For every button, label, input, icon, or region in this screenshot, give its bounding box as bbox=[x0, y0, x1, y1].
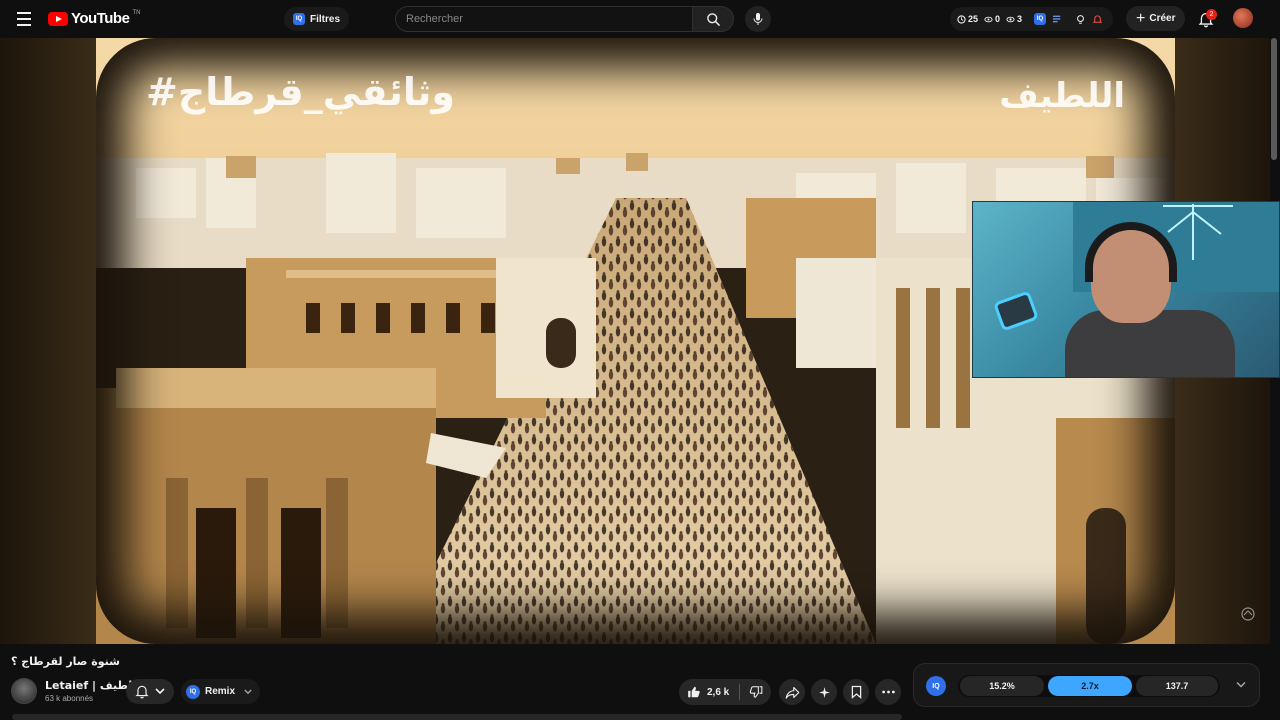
stat-views: 3 bbox=[1006, 14, 1022, 24]
webcam-overlay bbox=[972, 201, 1280, 378]
search-button[interactable] bbox=[692, 6, 734, 32]
like-dislike-group: 2,6 k bbox=[679, 679, 771, 705]
subscription-notification-button[interactable] bbox=[126, 679, 174, 704]
led-light-icon bbox=[1163, 204, 1233, 260]
iq-icon: IQ bbox=[293, 13, 305, 25]
eye-icon bbox=[1006, 16, 1015, 22]
filters-label: Filtres bbox=[310, 13, 341, 25]
video-blur-left bbox=[0, 38, 96, 644]
eye-off-icon bbox=[984, 16, 993, 22]
save-button[interactable] bbox=[843, 679, 869, 705]
share-button[interactable] bbox=[779, 679, 805, 705]
channel-watermark-icon[interactable] bbox=[1240, 606, 1256, 622]
plus-icon: + bbox=[1136, 9, 1146, 27]
search-icon bbox=[706, 12, 720, 26]
youtube-play-icon bbox=[48, 11, 68, 26]
filters-button[interactable]: IQ Filtres bbox=[284, 7, 350, 31]
bell-icon bbox=[135, 685, 149, 699]
thumbs-up-icon bbox=[688, 686, 700, 698]
top-bar: YouTube TN IQ Filtres 25 0 3 IQ + Cré bbox=[0, 0, 1280, 38]
like-button[interactable]: 2,6 k bbox=[679, 685, 739, 699]
bookmark-icon bbox=[851, 685, 861, 699]
channel-avatar[interactable] bbox=[11, 678, 37, 704]
stat-value: 0 bbox=[995, 14, 1001, 24]
stat-value: 3 bbox=[1017, 14, 1023, 24]
stat-value: 25 bbox=[968, 14, 979, 24]
stat-watch-time: 25 bbox=[957, 14, 978, 24]
logo-country-code: TN bbox=[132, 9, 141, 16]
sparkle-icon bbox=[818, 686, 830, 698]
bell-alert-icon[interactable] bbox=[1092, 14, 1103, 25]
stat-hidden: 0 bbox=[984, 14, 1000, 24]
search-box bbox=[395, 6, 693, 32]
speed-segment-rate[interactable]: 2.7x bbox=[1048, 676, 1132, 696]
page-scrollbar[interactable] bbox=[1271, 38, 1277, 160]
speed-segment-percent[interactable]: 15.2% bbox=[960, 676, 1044, 696]
extension-stats-pill[interactable]: 25 0 3 IQ bbox=[950, 7, 1113, 31]
chevron-down-icon bbox=[155, 688, 165, 695]
like-count: 2,6 k bbox=[707, 686, 730, 698]
video-title: شنوة صار لقرطاج ؟ bbox=[11, 655, 120, 668]
more-horizontal-icon bbox=[881, 690, 895, 694]
microphone-icon bbox=[753, 13, 763, 25]
video-overlay-channel: اللطيف bbox=[999, 76, 1125, 116]
chevron-down-icon[interactable] bbox=[1236, 680, 1246, 690]
hamburger-menu-icon[interactable] bbox=[12, 8, 36, 30]
speed-segment-track: 15.2% 2.7x 137.7 bbox=[958, 675, 1220, 697]
channel-subscriber-count: 63 k abonnés bbox=[45, 694, 94, 703]
notification-count-badge: 2 bbox=[1206, 9, 1217, 20]
video-overlay-hashtag: #وثائقي_قرطاج bbox=[146, 70, 456, 114]
iq-icon[interactable]: IQ bbox=[926, 676, 946, 696]
playback-speed-panel: IQ 15.2% 2.7x 137.7 bbox=[913, 663, 1260, 707]
playlist-icon[interactable] bbox=[1052, 14, 1063, 24]
horizontal-scrollbar[interactable] bbox=[12, 714, 902, 720]
create-button[interactable]: + Créer bbox=[1126, 6, 1186, 31]
remix-label: Remix bbox=[205, 686, 236, 697]
logo-text: YouTube bbox=[71, 10, 130, 27]
user-avatar[interactable] bbox=[1233, 8, 1253, 28]
voice-search-button[interactable] bbox=[745, 6, 771, 32]
create-label: Créer bbox=[1149, 13, 1176, 24]
speed-segment-value[interactable]: 137.7 bbox=[1136, 676, 1218, 696]
iq-icon: IQ bbox=[186, 684, 200, 699]
youtube-logo[interactable]: YouTube TN bbox=[48, 10, 140, 27]
clock-icon bbox=[957, 14, 966, 24]
remix-button[interactable]: IQ Remix bbox=[181, 679, 261, 704]
dislike-button[interactable] bbox=[740, 685, 771, 699]
more-actions-button[interactable] bbox=[875, 679, 901, 705]
share-icon bbox=[785, 686, 799, 699]
thumbs-down-icon bbox=[749, 686, 762, 698]
microphone-device bbox=[993, 290, 1039, 332]
lightbulb-icon[interactable] bbox=[1075, 14, 1086, 25]
search-input[interactable] bbox=[396, 7, 692, 31]
ask-ai-button[interactable] bbox=[811, 679, 837, 705]
chevron-down-icon bbox=[244, 689, 252, 694]
iq-icon[interactable]: IQ bbox=[1034, 13, 1047, 25]
